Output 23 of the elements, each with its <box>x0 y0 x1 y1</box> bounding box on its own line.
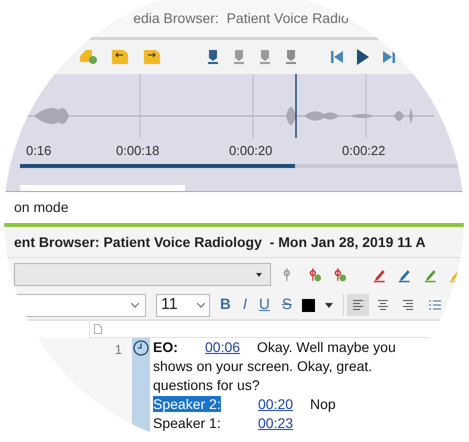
transcript-text: shows on your screen. Okay, great. <box>153 357 374 376</box>
text-style-button[interactable]: B <box>220 294 231 316</box>
transcript-text: Okay. Well maybe you <box>257 338 396 357</box>
text-style-button[interactable]: U <box>259 294 270 316</box>
window-title: edia Browser: Patient Voice Radio <box>132 9 349 28</box>
transcript-text: Nop <box>310 395 336 414</box>
time-label: 0:00:20 <box>229 142 272 160</box>
time-label: 0:00:18 <box>116 142 160 160</box>
document-title: ent Browser: Patient Voice Radiology - Mon Jan 28, 2019 11 A <box>14 232 426 252</box>
timestamp-link[interactable]: 00:20 <box>258 395 310 414</box>
timestamp-link[interactable]: 00:06 <box>205 338 257 357</box>
time-label: 0:00:22 <box>342 142 386 160</box>
mode-label: on mode <box>14 198 68 217</box>
speaker-label: Speaker 1: <box>153 415 221 431</box>
line-number: 1 <box>114 341 122 359</box>
time-label: 0:16 <box>26 142 52 160</box>
text-style-button[interactable]: S <box>282 294 292 316</box>
transcript-text: questions for us? <box>153 376 261 395</box>
font-size-dropdown[interactable]: 11 <box>156 294 210 316</box>
speaker-label: EO: <box>153 339 178 355</box>
speaker-label: Speaker 2: <box>153 396 221 412</box>
timestamp-link[interactable]: 00:23 <box>258 414 310 433</box>
text-style-button[interactable]: I <box>242 294 248 316</box>
